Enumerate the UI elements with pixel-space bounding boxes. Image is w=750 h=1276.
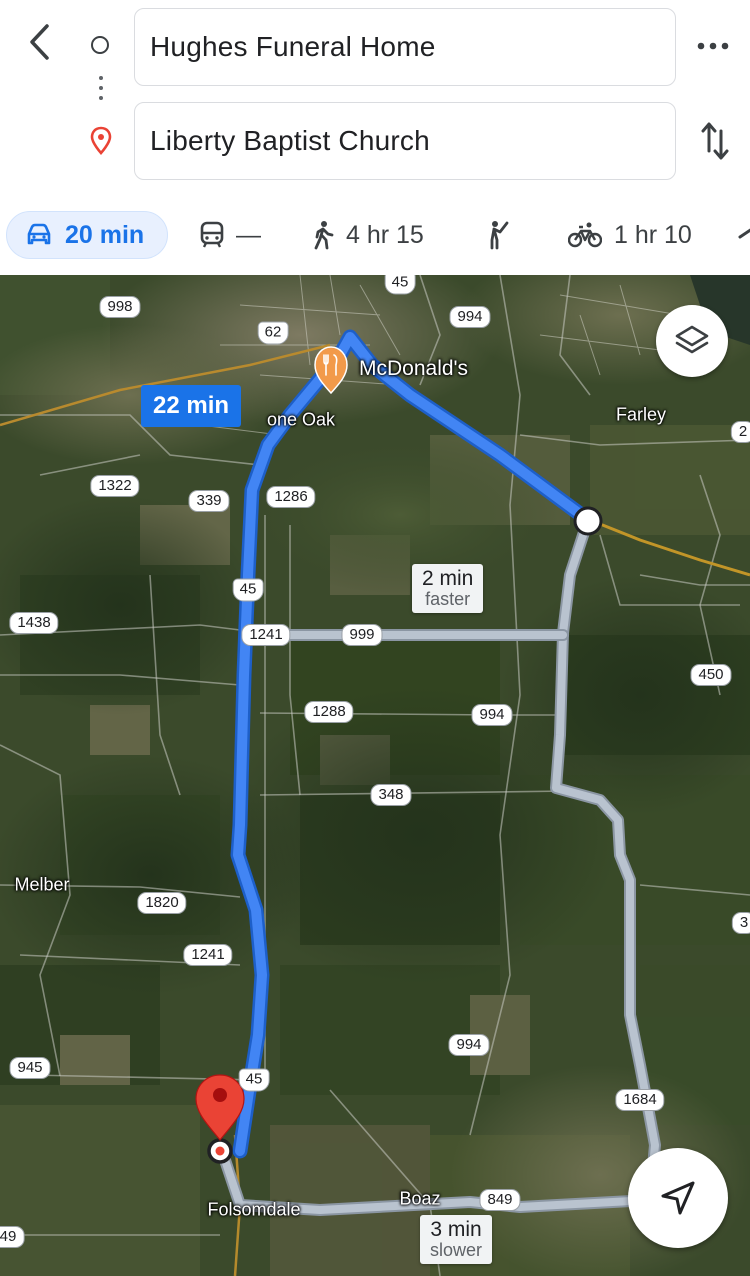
mode-cycling[interactable]: 1 hr 10 [568, 211, 692, 259]
origin-circle-icon [91, 36, 109, 54]
destination-field[interactable]: Liberty Baptist Church [134, 102, 676, 180]
origin-field[interactable]: Hughes Funeral Home [134, 8, 676, 86]
layers-icon [675, 325, 709, 354]
route-shield: 45 [238, 1068, 270, 1092]
more-options-button[interactable] [690, 26, 736, 66]
route-shield: 1322 [90, 475, 140, 497]
route-shield: 1241 [241, 624, 291, 646]
route-shield: 1286 [266, 486, 316, 508]
route-shield: 999 [341, 624, 383, 646]
town-label: Folsomdale [207, 1199, 301, 1220]
route-dots-icon [98, 76, 104, 106]
bike-icon [568, 222, 602, 248]
route-time-alt-faster[interactable]: 2 min faster [412, 564, 484, 613]
route-shield: 994 [448, 1034, 490, 1056]
town-label: Farley [615, 404, 667, 425]
route-shield: 994 [471, 704, 513, 726]
route-shield: 348 [370, 784, 412, 806]
route-shield: 998 [99, 296, 141, 318]
route-shield: 45 [384, 275, 416, 295]
route-shield: 994 [449, 306, 491, 328]
walk-icon [314, 221, 334, 250]
mode-cycling-time: 1 hr 10 [614, 220, 692, 249]
my-location-button[interactable] [628, 1148, 728, 1248]
town-label: Boaz [399, 1188, 441, 1209]
route-shield: 339 [188, 490, 230, 512]
mode-walking-time: 4 hr 15 [346, 220, 424, 249]
route-shield: 45 [232, 578, 264, 602]
alt-route-note: faster [425, 589, 471, 609]
plane-icon [738, 228, 750, 239]
ride-hail-icon [490, 221, 509, 250]
route-time-primary[interactable]: 22 min [141, 385, 242, 427]
destination-pin-icon [90, 126, 112, 155]
more-horizontal-icon [697, 42, 729, 50]
route-shield: 1684 [615, 1089, 665, 1111]
town-label: one Oak [266, 409, 336, 430]
origin-marker[interactable] [573, 506, 603, 536]
mode-ride-hailing[interactable] [486, 211, 512, 259]
swap-button[interactable] [694, 118, 736, 164]
route-shield: 450 [690, 664, 732, 686]
poi-label[interactable]: McDonald's [359, 357, 468, 381]
mode-transit[interactable]: — [200, 211, 261, 259]
route-shield: 945 [9, 1057, 51, 1079]
back-arrow-icon [30, 24, 49, 60]
mode-more[interactable] [736, 211, 750, 259]
town-label: Melber [14, 874, 70, 895]
mode-driving[interactable]: 20 min [6, 211, 168, 259]
directions-panel: Hughes Funeral Home Liberty Baptist Chur… [0, 0, 750, 275]
navigation-arrow-icon [661, 1181, 695, 1215]
alt-route-time: 2 min [422, 567, 474, 590]
route-shield: 3 [731, 912, 750, 934]
mode-transit-time: — [236, 220, 261, 249]
route-shield: 1241 [183, 944, 233, 966]
route-time-alt-slower[interactable]: 3 min slower [420, 1215, 493, 1264]
alt-route-note: slower [430, 1240, 483, 1260]
route-shield: 62 [257, 321, 289, 345]
map-view[interactable]: McDonald's 22 min 2 min faster 3 min slo… [0, 275, 750, 1276]
car-icon [27, 223, 51, 245]
route-shield: 849 [479, 1189, 521, 1211]
swap-arrows-icon [701, 122, 729, 160]
route-shield: 1288 [304, 701, 354, 723]
route-shield: 49 [0, 1226, 25, 1248]
route-shield: 1820 [137, 892, 187, 914]
alt-route-time: 3 min [430, 1218, 482, 1241]
route-shield: 2 [730, 421, 750, 443]
travel-mode-bar: 20 min — 4 hr 15 1 hr 10 [0, 206, 750, 266]
map-layers-button[interactable] [656, 305, 728, 377]
transit-icon [200, 221, 224, 248]
route-shield: 1438 [9, 612, 59, 634]
mode-driving-time: 20 min [65, 220, 145, 249]
mode-walking[interactable]: 4 hr 15 [312, 211, 424, 259]
back-button[interactable] [18, 20, 62, 64]
